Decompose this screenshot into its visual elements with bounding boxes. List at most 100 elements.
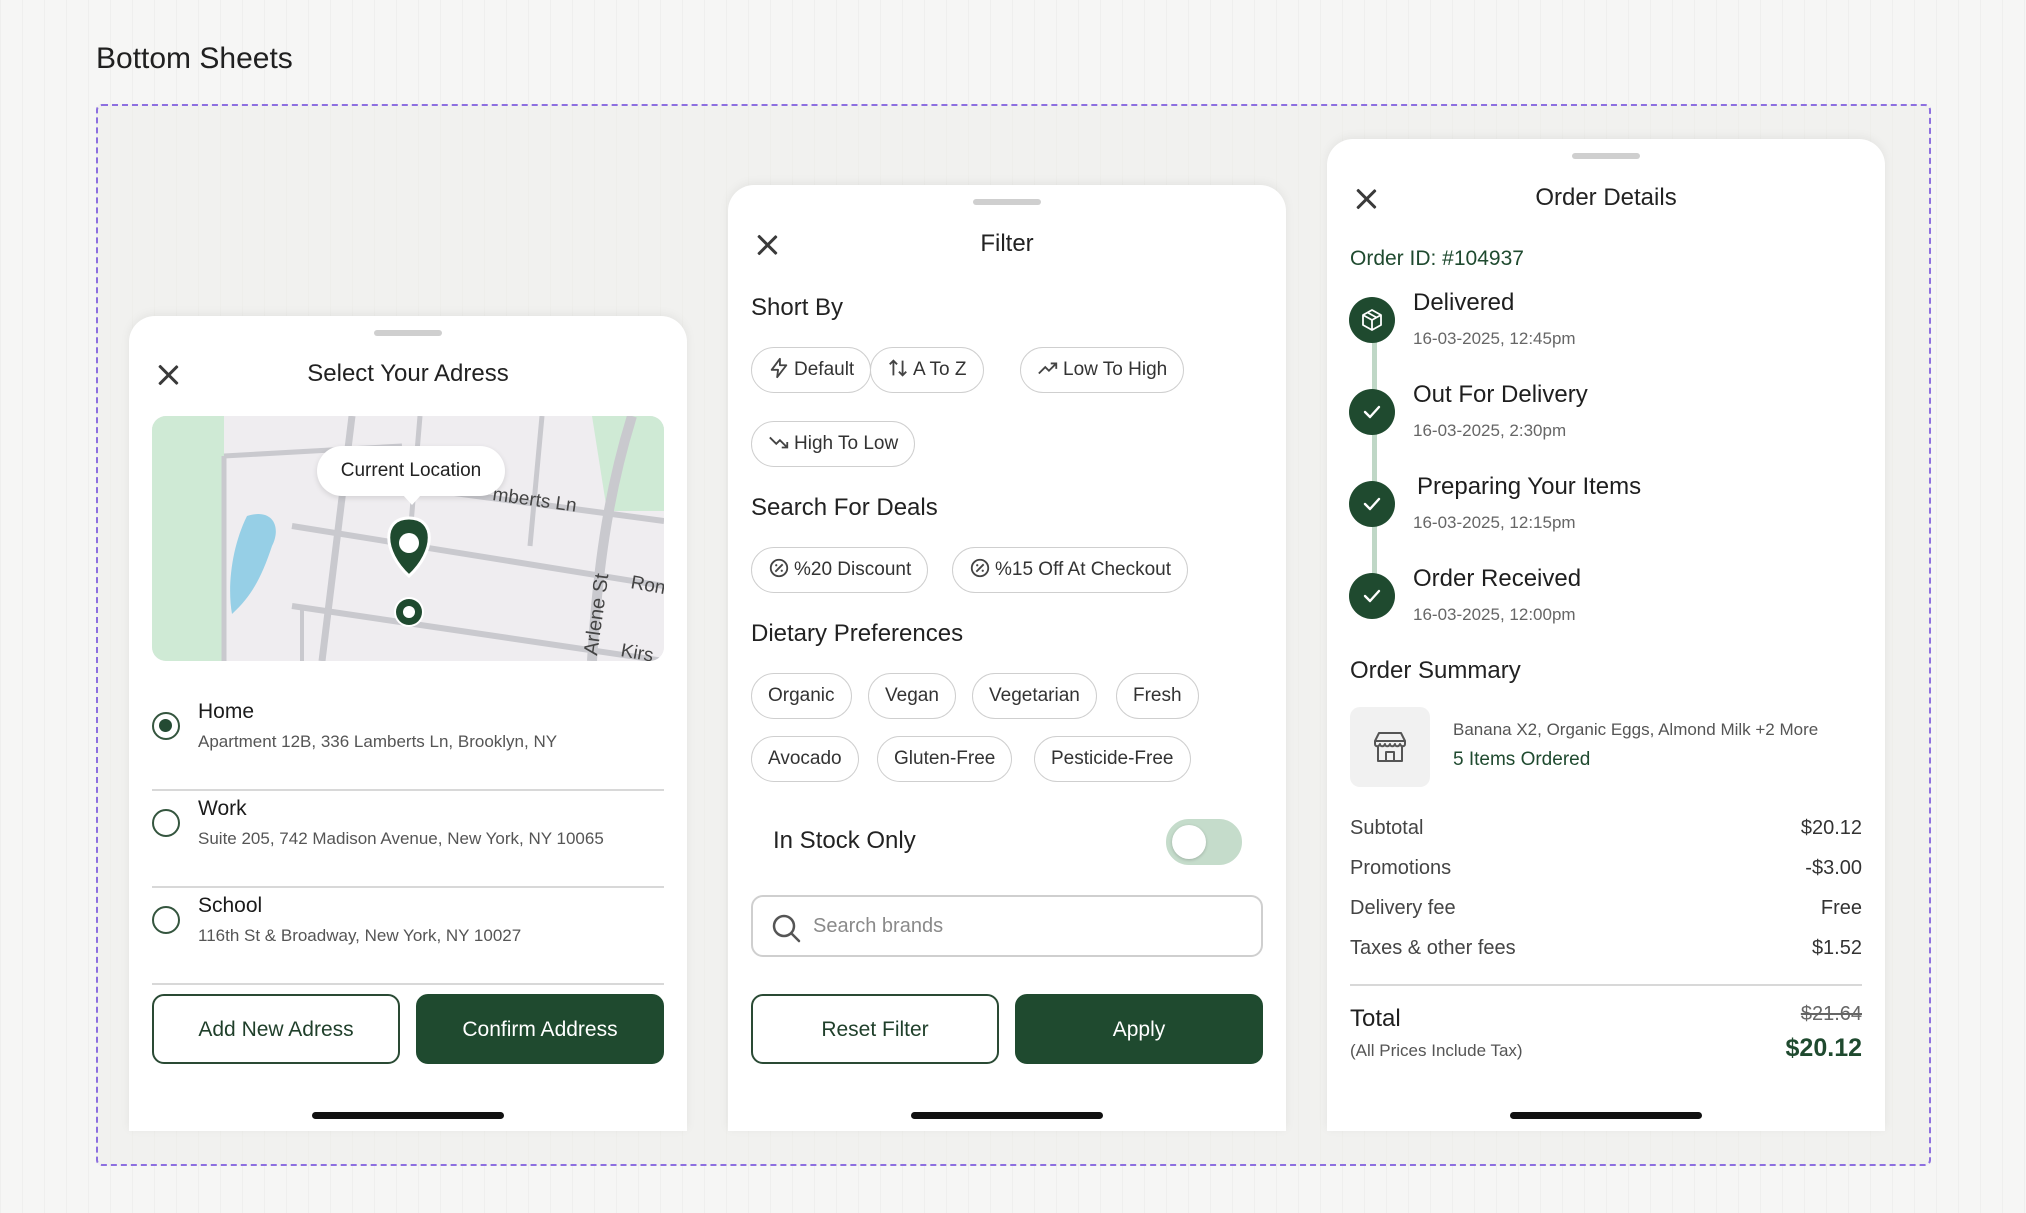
diet-chip-organic[interactable]: Organic xyxy=(751,673,852,719)
filter-sheet: Filter Short By Default A To Z Low To Hi… xyxy=(728,185,1286,1131)
search-icon xyxy=(772,914,801,943)
address-line: Apartment 12B, 336 Lamberts Ln, Brooklyn… xyxy=(198,732,558,751)
chip-label: A To Z xyxy=(913,359,967,380)
reset-filter-button[interactable]: Reset Filter xyxy=(751,994,999,1064)
in-stock-toggle[interactable] xyxy=(1166,819,1242,865)
drag-handle[interactable] xyxy=(374,330,442,336)
search-input[interactable] xyxy=(813,907,1243,945)
timeline-status: Delivered xyxy=(1413,289,1515,316)
chip-label: Low To High xyxy=(1063,359,1168,380)
diet-chip-pesticide-free[interactable]: Pesticide-Free xyxy=(1034,736,1191,782)
fee-label: Subtotal xyxy=(1350,817,1424,839)
home-indicator xyxy=(911,1112,1103,1119)
radio-unselected[interactable] xyxy=(152,809,180,837)
timeline-time: 16-03-2025, 12:00pm xyxy=(1413,605,1576,624)
sort-chip-low-to-high[interactable]: Low To High xyxy=(1020,347,1185,393)
address-option-work[interactable]: Work Suite 205, 742 Madison Avenue, New … xyxy=(152,791,664,888)
add-new-address-button[interactable]: Add New Adress xyxy=(152,994,400,1064)
fee-value: Free xyxy=(1820,897,1862,919)
map-view[interactable]: mberts Ln Arlene St Ron Kirs Current Loc… xyxy=(152,416,664,661)
timeline-time: 16-03-2025, 12:45pm xyxy=(1413,329,1576,348)
sort-chip-default[interactable]: Default xyxy=(751,347,872,393)
check-icon xyxy=(1363,405,1381,419)
home-indicator xyxy=(312,1112,504,1119)
check-icon xyxy=(1363,589,1381,603)
trend-up-icon xyxy=(1038,362,1058,375)
chip-label: %20 Discount xyxy=(794,559,912,580)
address-line: 116th St & Broadway, New York, NY 10027 xyxy=(198,926,522,945)
timeline-dot xyxy=(1349,573,1395,619)
address-name: Home xyxy=(198,700,255,723)
dietary-label: Dietary Preferences xyxy=(751,620,964,647)
search-brands-field[interactable] xyxy=(751,895,1263,957)
fee-value: -$3.00 xyxy=(1805,857,1862,879)
trend-down-icon xyxy=(769,436,789,449)
timeline-dot xyxy=(1349,297,1395,343)
lightning-icon xyxy=(770,357,788,379)
radio-unselected[interactable] xyxy=(152,906,180,934)
diet-chip-vegetarian[interactable]: Vegetarian xyxy=(972,673,1097,719)
home-indicator xyxy=(1510,1112,1702,1119)
order-summary-label: Order Summary xyxy=(1350,657,1521,684)
chip-label: Default xyxy=(794,359,855,380)
total-note: (All Prices Include Tax) xyxy=(1350,1041,1523,1060)
sort-chip-a-to-z[interactable]: A To Z xyxy=(870,347,984,393)
current-location-bubble: Current Location xyxy=(317,446,505,505)
timeline-line xyxy=(1372,327,1377,607)
discount-badge-icon xyxy=(970,558,990,578)
confirm-address-button[interactable]: Confirm Address xyxy=(416,994,664,1064)
total-label: Total xyxy=(1350,1005,1401,1032)
timeline-dot xyxy=(1349,389,1395,435)
current-location-dot-icon xyxy=(394,597,424,627)
total-original-price: $21.64 xyxy=(1800,1003,1862,1025)
address-line: Suite 205, 742 Madison Avenue, New York,… xyxy=(198,829,604,848)
timeline-dot xyxy=(1349,481,1395,527)
check-icon xyxy=(1363,497,1381,511)
address-sheet: Select Your Adress mberts Ln Arlene St R… xyxy=(129,316,687,1131)
page-title: Bottom Sheets xyxy=(96,42,293,75)
total-final-price: $20.12 xyxy=(1785,1034,1862,1062)
order-id: Order ID: #104937 xyxy=(1350,247,1524,270)
discount-badge-icon xyxy=(769,558,789,578)
address-name: Work xyxy=(198,797,247,820)
timeline-status: Preparing Your Items xyxy=(1417,473,1642,500)
sort-by-label: Short By xyxy=(751,294,844,321)
sheet-title: Order Details xyxy=(1535,184,1677,211)
fee-label: Promotions xyxy=(1350,857,1452,879)
fee-value: $20.12 xyxy=(1800,817,1862,839)
drag-handle[interactable] xyxy=(973,199,1041,205)
divider xyxy=(1350,984,1862,986)
apply-button[interactable]: Apply xyxy=(1015,994,1263,1064)
sheet-title: Select Your Adress xyxy=(307,360,509,387)
timeline-time: 16-03-2025, 12:15pm xyxy=(1413,513,1576,532)
store-thumbnail xyxy=(1350,707,1430,787)
fee-label: Taxes & other fees xyxy=(1350,937,1516,959)
radio-selected[interactable] xyxy=(152,712,180,740)
fee-value: $1.52 xyxy=(1811,937,1862,959)
summary-count: 5 Items Ordered xyxy=(1453,749,1591,770)
diet-chip-vegan[interactable]: Vegan xyxy=(868,673,956,719)
chip-label: High To Low xyxy=(794,433,899,454)
fee-label: Delivery fee xyxy=(1350,897,1456,919)
deals-label: Search For Deals xyxy=(751,494,938,521)
timeline-status: Order Received xyxy=(1413,565,1582,592)
package-icon xyxy=(1362,309,1382,331)
deal-chip-15-off[interactable]: %15 Off At Checkout xyxy=(952,547,1189,593)
showcase-frame: Select Your Adress mberts Ln Arlene St R… xyxy=(96,104,1931,1166)
deal-chip-20-discount[interactable]: %20 Discount xyxy=(751,547,929,593)
store-icon xyxy=(1374,732,1406,762)
timeline-status: Out For Delivery xyxy=(1413,381,1588,408)
diet-chip-avocado[interactable]: Avocado xyxy=(751,736,859,782)
address-option-school[interactable]: School 116th St & Broadway, New York, NY… xyxy=(152,888,664,985)
sort-chip-high-to-low[interactable]: High To Low xyxy=(751,421,916,467)
diet-chip-fresh[interactable]: Fresh xyxy=(1116,673,1199,719)
drag-handle[interactable] xyxy=(1572,153,1640,159)
order-details-sheet: Order Details Order ID: #104937 Delivere… xyxy=(1327,139,1885,1131)
in-stock-label: In Stock Only xyxy=(773,827,916,854)
timeline-time: 16-03-2025, 2:30pm xyxy=(1413,421,1567,440)
address-name: School xyxy=(198,894,263,917)
diet-chip-gluten-free[interactable]: Gluten-Free xyxy=(877,736,1013,782)
address-option-home[interactable]: Home Apartment 12B, 336 Lamberts Ln, Bro… xyxy=(152,694,664,791)
summary-items: Banana X2, Organic Eggs, Almond Milk +2 … xyxy=(1453,720,1819,739)
sort-arrows-icon xyxy=(889,359,907,377)
